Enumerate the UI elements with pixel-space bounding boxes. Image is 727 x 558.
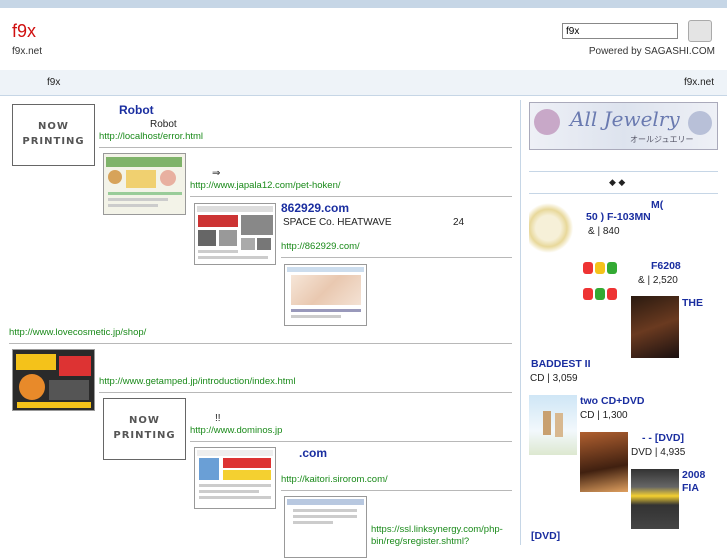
product-image[interactable] xyxy=(529,395,577,455)
result-url[interactable]: http://www.japala12.com/pet-hoken/ xyxy=(190,180,341,191)
result-url[interactable]: https://ssl.linksynergy.com/php- xyxy=(371,524,503,535)
sidebar-diamonds: ◆ ◆ xyxy=(609,177,626,187)
site-thumbnail[interactable] xyxy=(284,496,367,558)
arrow-text: ⇒ xyxy=(212,168,221,179)
result-desc: Robot xyxy=(150,119,177,130)
search-input[interactable] xyxy=(562,23,678,39)
sidebar-separator xyxy=(529,171,718,172)
site-thumbnail[interactable] xyxy=(284,264,367,326)
product-image[interactable] xyxy=(529,198,577,258)
banner-logo: All Jewelry xyxy=(570,107,680,131)
product-title[interactable]: 2008 xyxy=(682,469,705,481)
jewelry-banner[interactable]: All Jewelry オールジュエリー xyxy=(529,102,718,150)
product-title-cont[interactable]: 50 ) F-103MN xyxy=(586,211,651,223)
header: f9x f9x.net Powered by SAGASHI.COM xyxy=(0,8,727,71)
result-extra: 24 xyxy=(453,217,465,228)
site-thumbnail[interactable] xyxy=(194,203,276,265)
now-printing-line1: NOW xyxy=(38,121,69,132)
product-image[interactable] xyxy=(580,432,628,492)
result-url[interactable]: http://862929.com/ xyxy=(281,241,360,252)
product-price: CD | 1,300 xyxy=(580,410,628,421)
product-price: & | 840 xyxy=(588,226,620,237)
nav-left-label: f9x xyxy=(47,77,61,88)
result-desc: !! xyxy=(215,413,221,424)
product-image[interactable] xyxy=(579,250,631,308)
result-url[interactable]: http://localhost/error.html xyxy=(99,131,203,142)
product-title-cont[interactable]: [DVD] xyxy=(531,530,560,542)
search-button[interactable] xyxy=(688,20,712,42)
now-printing-thumb[interactable]: NOW PRINTING xyxy=(103,398,186,460)
site-thumbnail[interactable] xyxy=(12,349,95,411)
separator xyxy=(9,343,512,344)
site-url: f9x.net xyxy=(12,46,43,57)
result-title[interactable]: 862929.com xyxy=(281,201,349,215)
top-bar xyxy=(0,0,727,8)
now-printing-thumb[interactable]: NOW PRINTING xyxy=(12,104,95,166)
result-title[interactable]: .com xyxy=(299,446,327,460)
product-title-cont[interactable]: BADDEST II xyxy=(531,358,591,370)
nav-bar: f9x f9x.net xyxy=(0,70,727,96)
now-printing-line1: NOW xyxy=(129,415,160,426)
separator xyxy=(190,441,512,442)
result-desc: SPACE Co. HEATWAVE xyxy=(283,217,392,228)
powered-by[interactable]: Powered by SAGASHI.COM xyxy=(589,46,715,57)
column-divider xyxy=(520,100,521,545)
result-title[interactable]: Robot xyxy=(119,103,154,117)
product-price: CD | 3,059 xyxy=(530,373,578,384)
product-image[interactable] xyxy=(631,469,679,529)
now-printing-line2: PRINTING xyxy=(113,430,176,441)
site-thumbnail[interactable] xyxy=(103,153,186,215)
nav-right-label: f9x.net xyxy=(683,77,714,88)
sidebar-separator xyxy=(529,193,718,194)
separator xyxy=(281,257,512,258)
separator xyxy=(281,490,512,491)
site-title[interactable]: f9x xyxy=(12,21,36,42)
product-title[interactable]: M( xyxy=(651,199,663,211)
product-title[interactable]: THE xyxy=(682,297,703,309)
result-url[interactable]: http://www.getamped.jp/introduction/inde… xyxy=(99,376,295,387)
product-image[interactable] xyxy=(631,296,679,358)
result-url-cont[interactable]: bin/reg/sregister.shtml? xyxy=(371,536,469,547)
separator xyxy=(99,392,512,393)
site-thumbnail[interactable] xyxy=(194,447,276,509)
product-title[interactable]: - - [DVD] xyxy=(642,432,684,444)
result-url[interactable]: http://www.dominos.jp xyxy=(190,425,282,436)
product-title-cont[interactable]: FIA xyxy=(682,482,699,494)
product-price: DVD | 4,935 xyxy=(631,447,686,458)
result-url[interactable]: http://www.lovecosmetic.jp/shop/ xyxy=(9,327,146,338)
product-title[interactable]: F6208 xyxy=(651,260,681,272)
now-printing-line2: PRINTING xyxy=(22,136,85,147)
product-title[interactable]: two CD+DVD xyxy=(580,395,644,407)
separator xyxy=(190,196,512,197)
product-price: & | 2,520 xyxy=(638,275,678,286)
separator xyxy=(99,147,512,148)
banner-subtitle: オールジュエリー xyxy=(630,135,694,144)
result-url[interactable]: http://kaitori.sirorom.com/ xyxy=(281,474,388,485)
